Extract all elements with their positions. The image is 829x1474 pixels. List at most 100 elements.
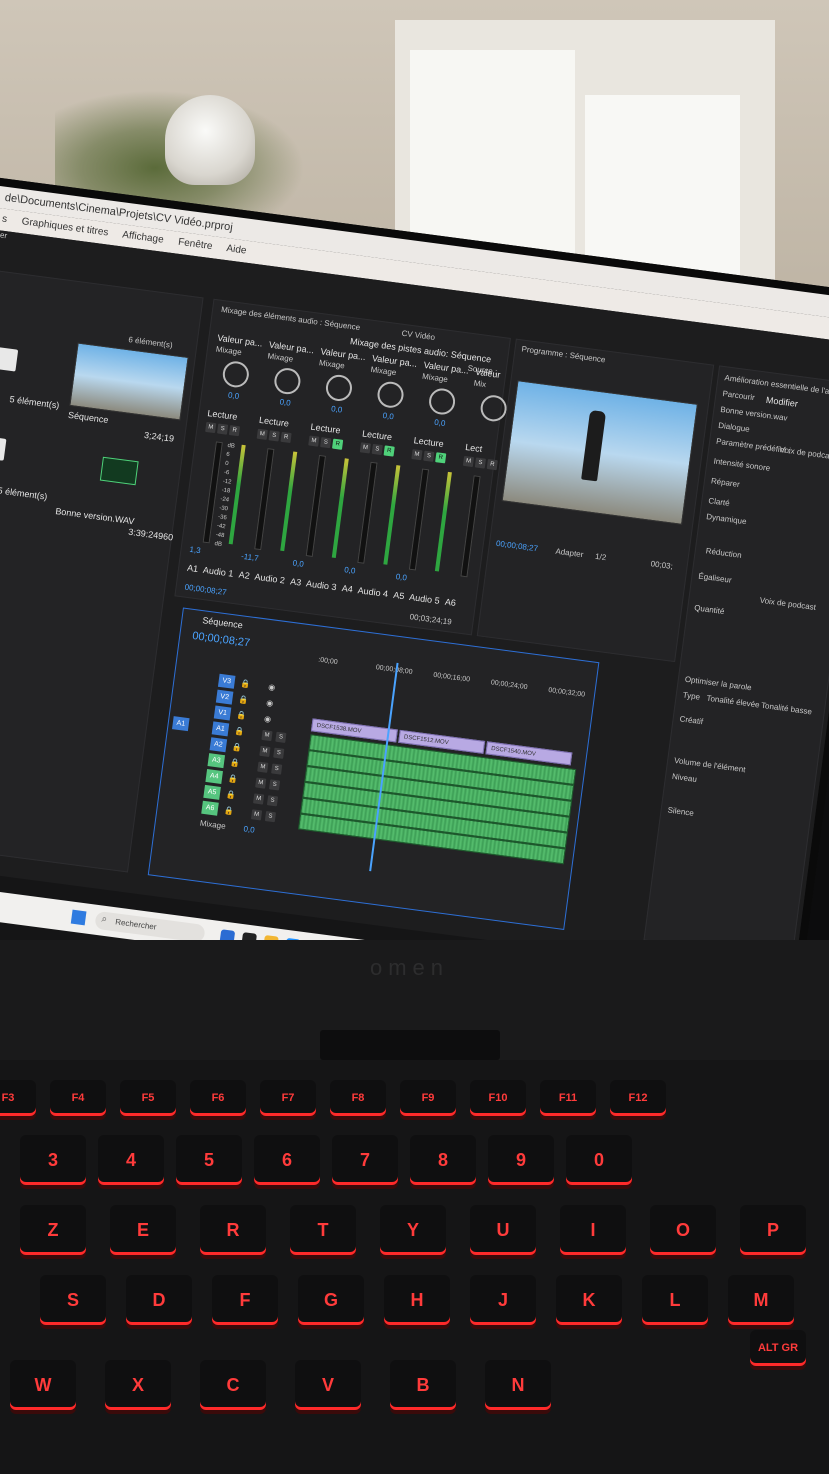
keyboard-key[interactable]: B: [390, 1360, 456, 1410]
keyboard-key[interactable]: E: [110, 1205, 176, 1255]
fit-dropdown[interactable]: Adapter: [555, 547, 584, 560]
keyboard-key[interactable]: G: [298, 1275, 364, 1325]
mute-button[interactable]: M: [256, 428, 268, 440]
lock-icon[interactable]: 🔒: [236, 710, 247, 720]
timeline-tab[interactable]: Séquence: [202, 615, 244, 630]
folder-icon[interactable]: [0, 435, 7, 461]
volume-fader[interactable]: [408, 468, 430, 571]
channel-mix-dropdown[interactable]: Mixage: [215, 345, 242, 357]
track-solo[interactable]: S: [264, 811, 277, 823]
keyboard-key[interactable]: F5: [120, 1080, 176, 1116]
track-solo[interactable]: S: [275, 731, 287, 743]
taskbar-search[interactable]: ⌕ Rechercher: [94, 910, 206, 943]
mute-button[interactable]: M: [411, 449, 423, 461]
track-target[interactable]: A2: [209, 737, 228, 753]
volume-fader[interactable]: [254, 448, 275, 551]
solo-button[interactable]: S: [371, 443, 383, 456]
keyboard-key[interactable]: H: [384, 1275, 450, 1325]
dynamics-checkbox[interactable]: Dynamique: [706, 512, 747, 526]
keyboard-key[interactable]: F: [212, 1275, 278, 1325]
record-button[interactable]: R: [331, 438, 344, 450]
record-button[interactable]: R: [435, 452, 447, 464]
channel-mix-dropdown[interactable]: Mix: [473, 379, 487, 390]
automation-dropdown[interactable]: Lecture: [362, 428, 393, 442]
lock-icon[interactable]: 🔒: [227, 774, 238, 784]
channel-mix-dropdown[interactable]: Mixage: [422, 372, 449, 384]
keyboard-key[interactable]: F7: [260, 1080, 316, 1116]
track-mute[interactable]: M: [257, 761, 269, 773]
keyboard-key[interactable]: F9: [400, 1080, 456, 1116]
eye-icon[interactable]: ◉: [264, 714, 272, 724]
keyboard-key[interactable]: O: [650, 1205, 716, 1255]
mute-button[interactable]: M: [308, 435, 320, 447]
volume-fader[interactable]: [305, 454, 326, 557]
tab-edit[interactable]: Modifier: [765, 395, 798, 409]
tone-low-radio[interactable]: Tonalité basse: [761, 701, 813, 717]
mute-button[interactable]: M: [462, 455, 475, 468]
record-button[interactable]: R: [383, 445, 395, 457]
track-target[interactable]: A3: [207, 753, 226, 769]
track-mute[interactable]: M: [255, 777, 267, 789]
keyboard-key[interactable]: N: [485, 1360, 551, 1410]
menu-item-help[interactable]: Aide: [226, 243, 247, 257]
dialogue-type[interactable]: Dialogue: [718, 421, 750, 434]
lock-icon[interactable]: 🔒: [238, 695, 249, 705]
keyboard-key[interactable]: 5: [176, 1135, 242, 1185]
keyboard-key[interactable]: ALT GR: [750, 1330, 806, 1366]
keyboard-key[interactable]: X: [105, 1360, 171, 1410]
keyboard-key[interactable]: I: [560, 1205, 626, 1255]
lock-icon[interactable]: 🔒: [234, 726, 245, 736]
menu-item-fragment[interactable]: s: [1, 214, 7, 226]
keyboard-key[interactable]: K: [556, 1275, 622, 1325]
source-patch[interactable]: A1: [172, 716, 190, 732]
keyboard-key[interactable]: D: [126, 1275, 192, 1325]
pan-knob[interactable]: [427, 386, 457, 417]
clarity-section[interactable]: Clarté: [708, 496, 730, 508]
automation-dropdown[interactable]: Lecture: [413, 435, 444, 449]
solo-button[interactable]: S: [216, 423, 229, 435]
tab-browse[interactable]: Parcourir: [722, 389, 755, 402]
keyboard-key[interactable]: 0: [566, 1135, 632, 1185]
lock-icon[interactable]: 🔒: [225, 790, 236, 800]
record-button[interactable]: R: [228, 425, 241, 437]
volume-fader[interactable]: [357, 461, 378, 564]
repair-section[interactable]: Réparer: [710, 476, 740, 489]
keyboard-key[interactable]: F8: [330, 1080, 386, 1116]
track-mute[interactable]: M: [250, 809, 263, 821]
keyboard-key[interactable]: 8: [410, 1135, 476, 1185]
keyboard-key[interactable]: V: [295, 1360, 361, 1410]
channel-mix-dropdown[interactable]: Mixage: [267, 351, 294, 363]
keyboard-key[interactable]: T: [290, 1205, 356, 1255]
program-monitor-title[interactable]: Programme : Séquence: [521, 344, 606, 364]
lock-icon[interactable]: 🔒: [230, 758, 241, 768]
sequence-thumbnail[interactable]: [69, 342, 189, 421]
track-target[interactable]: A4: [205, 768, 223, 784]
keyboard-key[interactable]: F11: [540, 1080, 596, 1116]
automation-dropdown[interactable]: Lect: [465, 442, 483, 454]
pan-knob[interactable]: [479, 393, 509, 423]
lock-icon[interactable]: 🔒: [223, 806, 234, 816]
mute-button[interactable]: M: [205, 421, 217, 434]
keyboard-key[interactable]: M: [728, 1275, 794, 1325]
tone-high-radio[interactable]: Tonalité élevée: [706, 694, 760, 710]
track-target[interactable]: A6: [201, 800, 219, 816]
creative-section[interactable]: Créatif: [679, 714, 704, 726]
clip-mixer-title[interactable]: Mixage des éléments audio : Séquence: [221, 305, 361, 332]
keyboard-key[interactable]: F10: [470, 1080, 526, 1116]
eye-icon[interactable]: ◉: [268, 682, 276, 692]
solo-button[interactable]: S: [320, 437, 332, 449]
eye-icon[interactable]: ◉: [266, 698, 274, 708]
track-target[interactable]: A5: [203, 784, 221, 800]
keyboard-key[interactable]: F12: [610, 1080, 666, 1116]
channel-mix-dropdown[interactable]: Mixage: [319, 358, 346, 370]
pan-knob[interactable]: [375, 380, 406, 410]
keyboard-key[interactable]: Y: [380, 1205, 446, 1255]
keyboard-key[interactable]: 4: [98, 1135, 164, 1185]
lock-icon[interactable]: 🔒: [232, 742, 243, 752]
clip-volume-section[interactable]: Volume de l'élément: [674, 756, 746, 774]
windows-start-icon[interactable]: [70, 909, 87, 926]
lock-icon[interactable]: 🔒: [240, 679, 251, 689]
eq-preset-dropdown[interactable]: Voix de podcast: [759, 596, 816, 612]
keyboard-key[interactable]: C: [200, 1360, 266, 1410]
track-mute[interactable]: M: [259, 745, 271, 757]
